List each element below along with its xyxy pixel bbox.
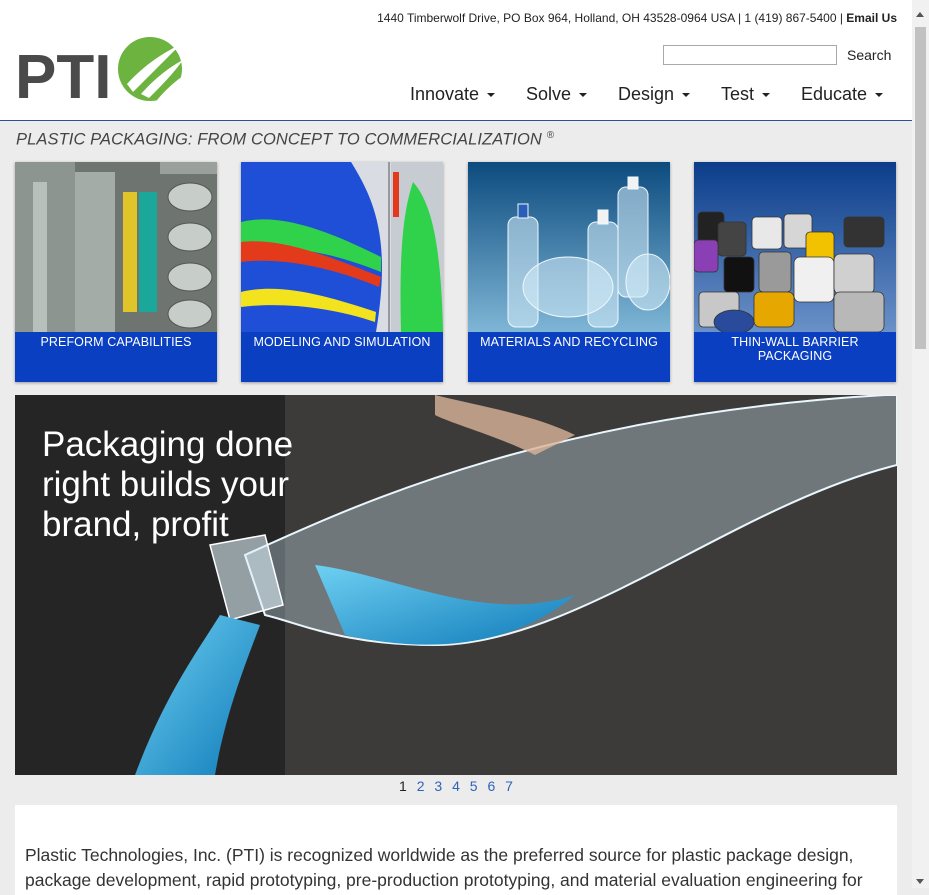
scroll-down-icon[interactable] <box>916 879 924 884</box>
cups-image <box>694 162 896 332</box>
slide-pager: 1 2 3 4 5 6 7 <box>0 778 912 794</box>
simulation-image <box>241 162 443 332</box>
card-label: MODELING AND SIMULATION <box>253 335 431 349</box>
page-tagline: PLASTIC PACKAGING: FROM CONCEPT TO COMME… <box>16 130 554 150</box>
caret-down-icon <box>579 93 588 98</box>
nav-innovate-label: Innovate <box>410 84 480 104</box>
card-modeling-simulation[interactable]: MODELING AND SIMULATION <box>241 162 443 382</box>
nav-test[interactable]: Test <box>721 84 771 105</box>
address-text: 1440 Timberwolf Drive, PO Box 964, Holla… <box>377 11 847 25</box>
pager-page-6[interactable]: 6 <box>487 778 495 794</box>
page-scrollbar[interactable] <box>912 0 929 888</box>
nav-solve-label: Solve <box>526 84 572 104</box>
registered-mark: ® <box>546 130 555 141</box>
search-input[interactable] <box>663 45 837 65</box>
site-header: 1440 Timberwolf Drive, PO Box 964, Holla… <box>0 0 912 121</box>
nav-design[interactable]: Design <box>618 84 691 105</box>
pager-page-3[interactable]: 3 <box>434 778 442 794</box>
preform-mold-image <box>15 162 217 332</box>
caret-down-icon <box>762 93 771 98</box>
card-preform-capabilities[interactable]: PREFORM CAPABILITIES <box>15 162 217 382</box>
card-label: MATERIALS AND RECYCLING <box>480 335 658 349</box>
card-label: THIN-WALL BARRIER PACKAGING <box>731 335 859 363</box>
nav-solve[interactable]: Solve <box>526 84 588 105</box>
pager-page-4[interactable]: 4 <box>452 778 460 794</box>
caret-down-icon <box>682 93 691 98</box>
scrollbar-thumb[interactable] <box>915 27 926 349</box>
nav-educate-label: Educate <box>801 84 868 104</box>
caret-down-icon <box>487 93 496 98</box>
scroll-up-icon[interactable] <box>916 12 924 17</box>
intro-paragraph: Plastic Technologies, Inc. (PTI) is reco… <box>25 845 863 890</box>
caret-down-icon <box>875 93 884 98</box>
pager-page-1[interactable]: 1 <box>399 778 407 794</box>
pager-page-5[interactable]: 5 <box>470 778 478 794</box>
search-button[interactable]: Search <box>847 47 891 63</box>
card-materials-recycling[interactable]: MATERIALS AND RECYCLING <box>468 162 670 382</box>
nav-educate[interactable]: Educate <box>801 84 884 105</box>
pager-page-2[interactable]: 2 <box>417 778 425 794</box>
bottles-image <box>468 162 670 332</box>
email-us-link[interactable]: Email Us <box>846 11 897 25</box>
hero-slide[interactable]: Packaging done right builds your brand, … <box>15 395 897 775</box>
tagline-text: PLASTIC PACKAGING: FROM CONCEPT TO COMME… <box>16 130 542 149</box>
intro-section: Plastic Technologies, Inc. (PTI) is reco… <box>15 805 897 895</box>
hero-headline: Packaging done right builds your brand, … <box>42 425 294 544</box>
contact-address: 1440 Timberwolf Drive, PO Box 964, Holla… <box>377 11 897 25</box>
card-label: PREFORM CAPABILITIES <box>40 335 192 349</box>
nav-test-label: Test <box>721 84 755 104</box>
card-thin-wall-barrier[interactable]: THIN-WALL BARRIER PACKAGING <box>694 162 896 382</box>
nav-innovate[interactable]: Innovate <box>410 84 496 105</box>
pager-page-7[interactable]: 7 <box>505 778 513 794</box>
main-nav: Innovate Solve Design Test Educate <box>0 84 912 106</box>
nav-design-label: Design <box>618 84 675 104</box>
